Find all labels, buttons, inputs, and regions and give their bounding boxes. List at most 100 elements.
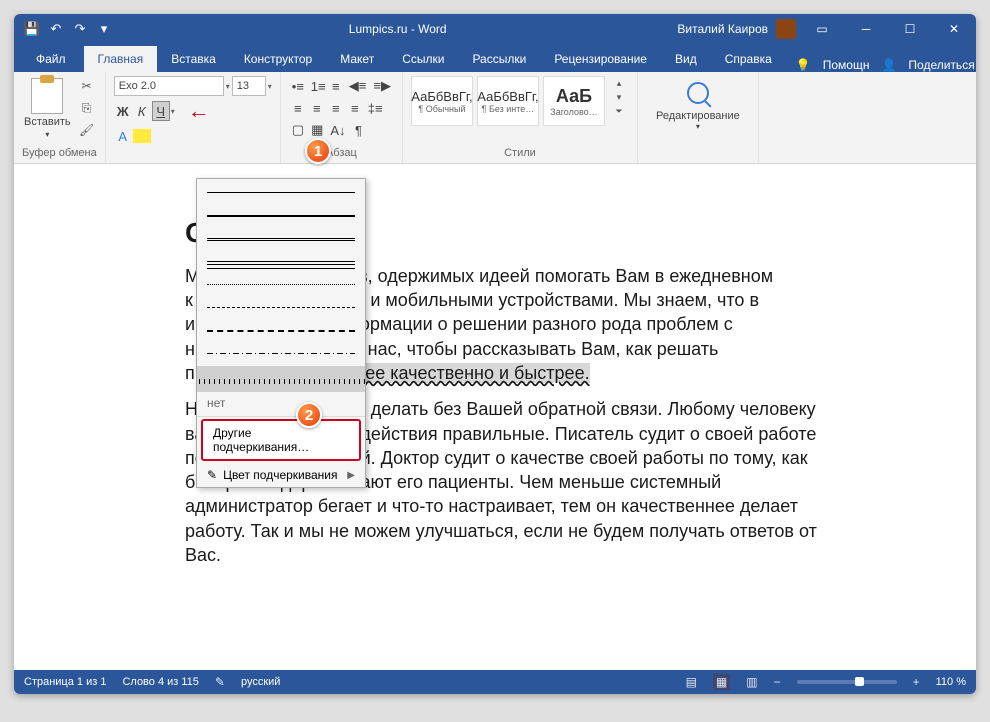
editing-label: Редактирование bbox=[656, 110, 740, 122]
qat-more-icon[interactable]: ▾ bbox=[96, 21, 112, 37]
underline-single[interactable] bbox=[207, 182, 355, 202]
underline-long-dash[interactable] bbox=[207, 320, 355, 340]
tab-design[interactable]: Конструктор bbox=[230, 46, 326, 72]
align-right-icon[interactable]: ≡ bbox=[327, 98, 345, 118]
spellcheck-icon[interactable]: ✎ bbox=[215, 675, 225, 689]
status-bar: Страница 1 из 1 Слово 4 из 115 ✎ русский… bbox=[14, 670, 976, 694]
web-layout-icon[interactable]: ▥ bbox=[746, 675, 757, 689]
tab-help[interactable]: Справка bbox=[711, 46, 786, 72]
underline-more[interactable]: Другие подчеркивания… bbox=[201, 419, 361, 461]
styles-up-icon[interactable]: ▴ bbox=[609, 76, 629, 90]
share-label[interactable]: Поделиться bbox=[908, 58, 974, 72]
word-count[interactable]: Слово 4 из 115 bbox=[122, 676, 198, 688]
group-label-clipboard: Буфер обмена bbox=[22, 145, 97, 161]
annotation-arrow-icon: ← bbox=[188, 98, 210, 124]
zoom-in-icon[interactable]: + bbox=[913, 675, 920, 689]
justify-icon[interactable]: ≡ bbox=[346, 98, 364, 118]
tell-me-icon[interactable]: 💡 bbox=[796, 58, 811, 72]
cut-icon[interactable]: ✂ bbox=[77, 76, 97, 96]
style-heading[interactable]: АаБЗаголово… bbox=[543, 76, 605, 126]
group-label-editing bbox=[646, 157, 750, 161]
style-no-spacing[interactable]: АаБбВвГг,¶ Без инте… bbox=[477, 76, 539, 126]
decrease-indent-icon[interactable]: ◀≡ bbox=[346, 76, 370, 96]
autosave-icon[interactable]: 💾 bbox=[24, 21, 40, 37]
bold-button[interactable]: Ж bbox=[114, 101, 132, 121]
line-spacing-icon[interactable]: ‡≡ bbox=[365, 98, 386, 118]
align-center-icon[interactable]: ≡ bbox=[308, 98, 326, 118]
underlined-selection: более качественно и быстрее. bbox=[335, 363, 590, 383]
minimize-icon[interactable]: ─ bbox=[844, 14, 888, 44]
zoom-out-icon[interactable]: − bbox=[774, 675, 781, 689]
italic-button[interactable]: К bbox=[133, 101, 151, 121]
tab-view[interactable]: Вид bbox=[661, 46, 711, 72]
user-area[interactable]: Виталий Каиров bbox=[673, 19, 800, 39]
language-indicator[interactable]: русский bbox=[241, 676, 280, 688]
underline-dashed[interactable] bbox=[207, 297, 355, 317]
sort-icon[interactable]: A↓ bbox=[327, 120, 348, 140]
format-painter-icon[interactable]: 🖌 bbox=[77, 120, 97, 140]
chevron-right-icon: ▶ bbox=[347, 470, 355, 481]
group-clipboard: Вставить ▾ ✂ ⎘ 🖌 Буфер обмена bbox=[14, 72, 106, 163]
text-effects-icon[interactable]: A bbox=[114, 126, 132, 146]
title-bar: 💾 ↶ ↷ ▾ Lumpics.ru - Word Виталий Каиров… bbox=[14, 14, 976, 44]
tab-layout[interactable]: Макет bbox=[326, 46, 388, 72]
group-styles: АаБбВвГг,¶ Обычный АаБбВвГг,¶ Без инте… … bbox=[403, 72, 638, 163]
group-label-font bbox=[114, 157, 272, 161]
show-marks-icon[interactable]: ¶ bbox=[350, 120, 368, 140]
tab-mailings[interactable]: Рассылки bbox=[458, 46, 540, 72]
ribbon: Вставить ▾ ✂ ⎘ 🖌 Буфер обмена Exo 2.0 ▾ … bbox=[14, 72, 976, 164]
underline-triple[interactable] bbox=[207, 251, 355, 271]
find-button[interactable]: Редактирование ▾ bbox=[646, 76, 750, 137]
styles-more-icon[interactable]: ⏷ bbox=[609, 104, 629, 118]
tab-references[interactable]: Ссылки bbox=[388, 46, 458, 72]
tab-insert[interactable]: Вставка bbox=[157, 46, 230, 72]
redo-icon[interactable]: ↷ bbox=[72, 21, 88, 37]
tab-file[interactable]: Файл bbox=[18, 46, 84, 72]
maximize-icon[interactable]: ☐ bbox=[888, 14, 932, 44]
underline-dash-dot[interactable] bbox=[207, 343, 355, 363]
font-size-combo[interactable]: 13 bbox=[232, 76, 266, 96]
page-indicator[interactable]: Страница 1 из 1 bbox=[24, 676, 106, 688]
share-icon[interactable]: 👤 bbox=[881, 58, 896, 72]
paste-label: Вставить bbox=[24, 116, 71, 128]
shading-icon[interactable]: ▢ bbox=[289, 120, 307, 140]
font-name-combo[interactable]: Exo 2.0 bbox=[114, 76, 224, 96]
underline-double[interactable] bbox=[207, 228, 355, 248]
align-left-icon[interactable]: ≡ bbox=[289, 98, 307, 118]
pen-icon: ✎ bbox=[207, 468, 217, 482]
annotation-1: 1 bbox=[305, 138, 331, 164]
underline-button[interactable]: Ч bbox=[152, 101, 170, 121]
bullets-icon[interactable]: •≡ bbox=[289, 76, 307, 96]
paste-button[interactable]: Вставить ▾ bbox=[22, 76, 73, 141]
multilevel-icon[interactable]: ≡ bbox=[327, 76, 345, 96]
undo-icon[interactable]: ↶ bbox=[48, 21, 64, 37]
underline-dotted[interactable] bbox=[207, 274, 355, 294]
zoom-level[interactable]: 110 % bbox=[936, 676, 966, 688]
print-layout-icon[interactable]: ▦ bbox=[713, 674, 730, 690]
group-paragraph: •≡ 1≡ ≡ ◀≡ ≡▶ ≡ ≡ ≡ ≡ ‡≡ ▢ bbox=[281, 72, 403, 163]
styles-down-icon[interactable]: ▾ bbox=[609, 90, 629, 104]
avatar bbox=[776, 19, 796, 39]
underline-thick[interactable] bbox=[207, 205, 355, 225]
numbering-icon[interactable]: 1≡ bbox=[308, 76, 326, 96]
style-normal[interactable]: АаБбВвГг,¶ Обычный bbox=[411, 76, 473, 126]
document-area[interactable]: О Мxxxxxxxxxxxxxxx тов, одержимых идеей … bbox=[14, 164, 976, 670]
annotation-2: 2 bbox=[296, 402, 322, 428]
tell-me-label[interactable]: Помощн bbox=[823, 58, 870, 72]
read-mode-icon[interactable]: ▤ bbox=[686, 675, 697, 689]
underline-color[interactable]: ✎ Цвет подчеркивания ▶ bbox=[197, 463, 365, 487]
tab-review[interactable]: Рецензирование bbox=[540, 46, 661, 72]
increase-indent-icon[interactable]: ≡▶ bbox=[370, 76, 394, 96]
close-icon[interactable]: ✕ bbox=[932, 14, 976, 44]
ribbon-options-icon[interactable]: ▭ bbox=[800, 14, 844, 44]
group-editing: Редактирование ▾ bbox=[638, 72, 759, 163]
tab-home[interactable]: Главная bbox=[84, 46, 158, 72]
copy-icon[interactable]: ⎘ bbox=[77, 98, 97, 118]
zoom-slider[interactable] bbox=[797, 680, 897, 684]
underline-none[interactable]: нет bbox=[197, 392, 365, 414]
underline-wavy[interactable] bbox=[197, 366, 365, 392]
highlight-icon[interactable] bbox=[133, 129, 151, 143]
borders-icon[interactable]: ▦ bbox=[308, 120, 326, 140]
group-font: Exo 2.0 ▾ 13 ▾ Ж К Ч ▾ ← A bbox=[106, 72, 281, 163]
group-label-styles: Стили bbox=[411, 145, 629, 161]
